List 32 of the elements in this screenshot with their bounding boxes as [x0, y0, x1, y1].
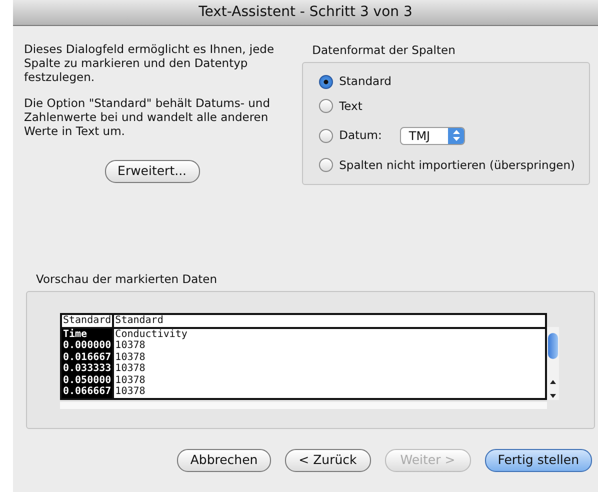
- dialog-button[interactable]: Fertig stellen: [484, 449, 592, 472]
- group-label: Vorschau der markierten Daten: [36, 271, 218, 288]
- table-cell: 0.000000: [62, 340, 112, 352]
- instruction-text: Die Option "Standard" behält Datums- und Zahlenwerte bei und wandelt alle anderen Werte in Text um.: [24, 96, 272, 138]
- table-cell-text: 10378: [114, 386, 146, 398]
- table-cell-text: Conductivity: [114, 328, 188, 340]
- radio-option[interactable]: Spalten nicht importieren (überspringen): [319, 156, 575, 174]
- table-cell-text: 10378: [114, 340, 146, 352]
- horizontal-scrollbar[interactable]: [60, 402, 547, 409]
- table-cell-text: 10378: [114, 352, 146, 364]
- radio-option[interactable]: Datum:: [319, 127, 382, 144]
- table-cell: 0.066667: [62, 386, 112, 398]
- table-cell-text: 10378: [114, 374, 146, 386]
- instruction-text: Dieses Dialogfeld ermöglicht es Ihnen, jede Spalte zu markieren und den Datentyp festzulegen.: [24, 42, 276, 84]
- dialog-button[interactable]: < Zurück: [284, 449, 371, 472]
- table-cell: Time: [62, 328, 112, 340]
- radio-option[interactable]: Text: [319, 98, 362, 115]
- stepper-arrows-icon: [452, 130, 460, 142]
- table-cell: 0.050000: [62, 374, 112, 386]
- dialog-button[interactable]: Abbrechen: [177, 449, 271, 472]
- table-cell-text: 10378: [114, 363, 146, 375]
- scroll-arrows-icon[interactable]: [549, 378, 557, 400]
- table-cell: 0.033333: [62, 363, 112, 375]
- date-format-select[interactable]: TMJ: [400, 126, 466, 145]
- table-cell: 0.016667: [62, 352, 112, 364]
- group-label: Datenformat der Spalten: [312, 42, 456, 59]
- radio-option[interactable]: Standard: [319, 73, 392, 90]
- column-header[interactable]: Standard: [62, 315, 112, 329]
- column-header[interactable]: Standard: [114, 315, 545, 329]
- window-title: Text-Assistent - Schritt 3 von 3: [198, 3, 412, 22]
- advanced-button[interactable]: Erweitert...: [104, 160, 200, 183]
- scrollbar-thumb[interactable]: [548, 333, 558, 360]
